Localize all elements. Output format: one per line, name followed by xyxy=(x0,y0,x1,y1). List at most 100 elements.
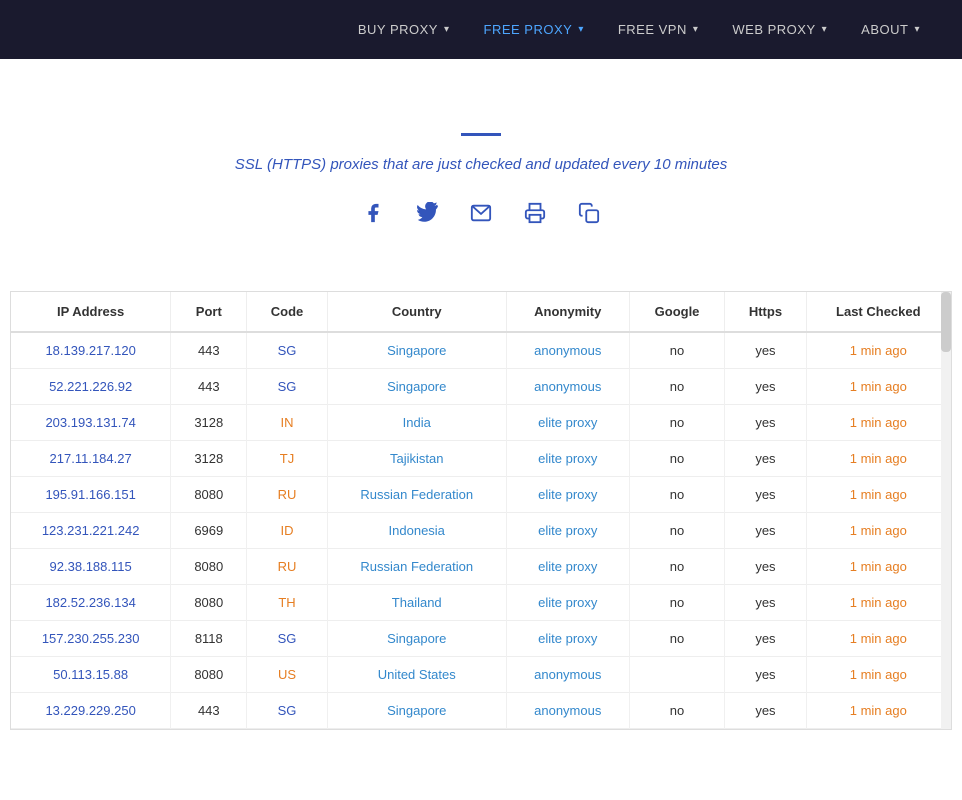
ip-address[interactable]: 92.38.188.115 xyxy=(11,549,171,585)
ip-address[interactable]: 50.113.15.88 xyxy=(11,657,171,693)
col-header-google: Google xyxy=(629,292,725,332)
anonymity: anonymous xyxy=(506,369,629,405)
header: BUY PROXY ▾ FREE PROXY ▾ FREE VPN ▾ WEB PRO… xyxy=(0,0,962,59)
ip-address[interactable]: 203.193.131.74 xyxy=(11,405,171,441)
last-checked: 1 min ago xyxy=(806,657,950,693)
port: 6969 xyxy=(171,513,247,549)
country[interactable]: Tajikistan xyxy=(327,441,506,477)
ip-address[interactable]: 123.231.221.242 xyxy=(11,513,171,549)
hero-desc-plain: SSL (HTTPS) proxies that are xyxy=(235,156,438,173)
anonymity: elite proxy xyxy=(506,585,629,621)
ip-address[interactable]: 13.229.229.250 xyxy=(11,693,171,729)
hero-description: SSL (HTTPS) proxies that are just checke… xyxy=(20,156,942,173)
ip-address[interactable]: 157.230.255.230 xyxy=(11,621,171,657)
ip-address[interactable]: 52.221.226.92 xyxy=(11,369,171,405)
port: 443 xyxy=(171,369,247,405)
nav-item-free-vpn[interactable]: FREE VPN ▾ xyxy=(606,14,711,45)
nav-item-web-proxy[interactable]: WEB PROXY ▾ xyxy=(720,14,839,45)
table-row: 195.91.166.1518080RURussian Federationel… xyxy=(11,477,951,513)
ip-address[interactable]: 18.139.217.120 xyxy=(11,332,171,369)
google: no xyxy=(629,369,725,405)
https: yes xyxy=(725,477,806,513)
port: 3128 xyxy=(171,405,247,441)
email-icon[interactable] xyxy=(463,195,499,231)
twitter-icon[interactable] xyxy=(409,195,445,231)
last-checked: 1 min ago xyxy=(806,549,950,585)
facebook-icon[interactable] xyxy=(355,195,391,231)
anonymity: anonymous xyxy=(506,332,629,369)
google: no xyxy=(629,405,725,441)
country[interactable]: United States xyxy=(327,657,506,693)
country[interactable]: Russian Federation xyxy=(327,477,506,513)
dropdown-caret: ▾ xyxy=(693,24,699,35)
port: 8080 xyxy=(171,585,247,621)
table-row: 182.52.236.1348080THThailandelite proxyn… xyxy=(11,585,951,621)
nav-item-about[interactable]: ABOUT ▾ xyxy=(849,14,932,45)
country-code: RU xyxy=(247,549,327,585)
table-row: 203.193.131.743128INIndiaelite proxynoye… xyxy=(11,405,951,441)
country[interactable]: Singapore xyxy=(327,693,506,729)
port: 8118 xyxy=(171,621,247,657)
https: yes xyxy=(725,441,806,477)
country[interactable]: Russian Federation xyxy=(327,549,506,585)
print-icon[interactable] xyxy=(517,195,553,231)
anonymity: elite proxy xyxy=(506,405,629,441)
google: no xyxy=(629,477,725,513)
dropdown-caret: ▾ xyxy=(444,24,450,35)
last-checked: 1 min ago xyxy=(806,621,950,657)
scrollbar-track[interactable] xyxy=(941,292,951,729)
table-row: 217.11.184.273128TJTajikistanelite proxy… xyxy=(11,441,951,477)
country[interactable]: Indonesia xyxy=(327,513,506,549)
country-code: TH xyxy=(247,585,327,621)
anonymity: elite proxy xyxy=(506,441,629,477)
https: yes xyxy=(725,332,806,369)
anonymity: anonymous xyxy=(506,657,629,693)
google: no xyxy=(629,549,725,585)
last-checked: 1 min ago xyxy=(806,405,950,441)
country-code: TJ xyxy=(247,441,327,477)
dropdown-caret: ▾ xyxy=(822,24,828,35)
col-header-last-checked: Last Checked xyxy=(806,292,950,332)
anonymity: elite proxy xyxy=(506,513,629,549)
country-code: SG xyxy=(247,621,327,657)
main-nav: BUY PROXY ▾ FREE PROXY ▾ FREE VPN ▾ WEB PRO… xyxy=(346,14,932,45)
nav-item-buy-proxy[interactable]: BUY PROXY ▾ xyxy=(346,14,462,45)
country[interactable]: Thailand xyxy=(327,585,506,621)
anonymity: anonymous xyxy=(506,693,629,729)
country[interactable]: Singapore xyxy=(327,621,506,657)
country[interactable]: Singapore xyxy=(327,369,506,405)
anonymity: elite proxy xyxy=(506,549,629,585)
https: yes xyxy=(725,513,806,549)
ip-address[interactable]: 217.11.184.27 xyxy=(11,441,171,477)
table-row: 157.230.255.2308118SGSingaporeelite prox… xyxy=(11,621,951,657)
ip-address[interactable]: 195.91.166.151 xyxy=(11,477,171,513)
ip-address[interactable]: 182.52.236.134 xyxy=(11,585,171,621)
hero-divider xyxy=(461,133,501,136)
copy-icon[interactable] xyxy=(571,195,607,231)
social-icons-bar xyxy=(20,195,942,231)
scrollbar-thumb[interactable] xyxy=(941,292,951,352)
hero-section: SSL (HTTPS) proxies that are just checke… xyxy=(0,59,962,291)
col-header-country: Country xyxy=(327,292,506,332)
port: 8080 xyxy=(171,657,247,693)
table-header-row: IP AddressPortCodeCountryAnonymityGoogle… xyxy=(11,292,951,332)
col-header-code: Code xyxy=(247,292,327,332)
port: 443 xyxy=(171,693,247,729)
country-code: SG xyxy=(247,369,327,405)
col-header-ip-address: IP Address xyxy=(11,292,171,332)
nav-item-free-proxy[interactable]: FREE PROXY ▾ xyxy=(472,14,596,45)
google: no xyxy=(629,693,725,729)
anonymity: elite proxy xyxy=(506,477,629,513)
table-row: 92.38.188.1158080RURussian Federationeli… xyxy=(11,549,951,585)
table-row: 52.221.226.92443SGSingaporeanonymousnoye… xyxy=(11,369,951,405)
country[interactable]: India xyxy=(327,405,506,441)
https: yes xyxy=(725,585,806,621)
proxy-table: IP AddressPortCodeCountryAnonymityGoogle… xyxy=(11,292,951,729)
last-checked: 1 min ago xyxy=(806,441,950,477)
last-checked: 1 min ago xyxy=(806,513,950,549)
google: no xyxy=(629,513,725,549)
https: yes xyxy=(725,405,806,441)
google: no xyxy=(629,332,725,369)
https: yes xyxy=(725,693,806,729)
country[interactable]: Singapore xyxy=(327,332,506,369)
